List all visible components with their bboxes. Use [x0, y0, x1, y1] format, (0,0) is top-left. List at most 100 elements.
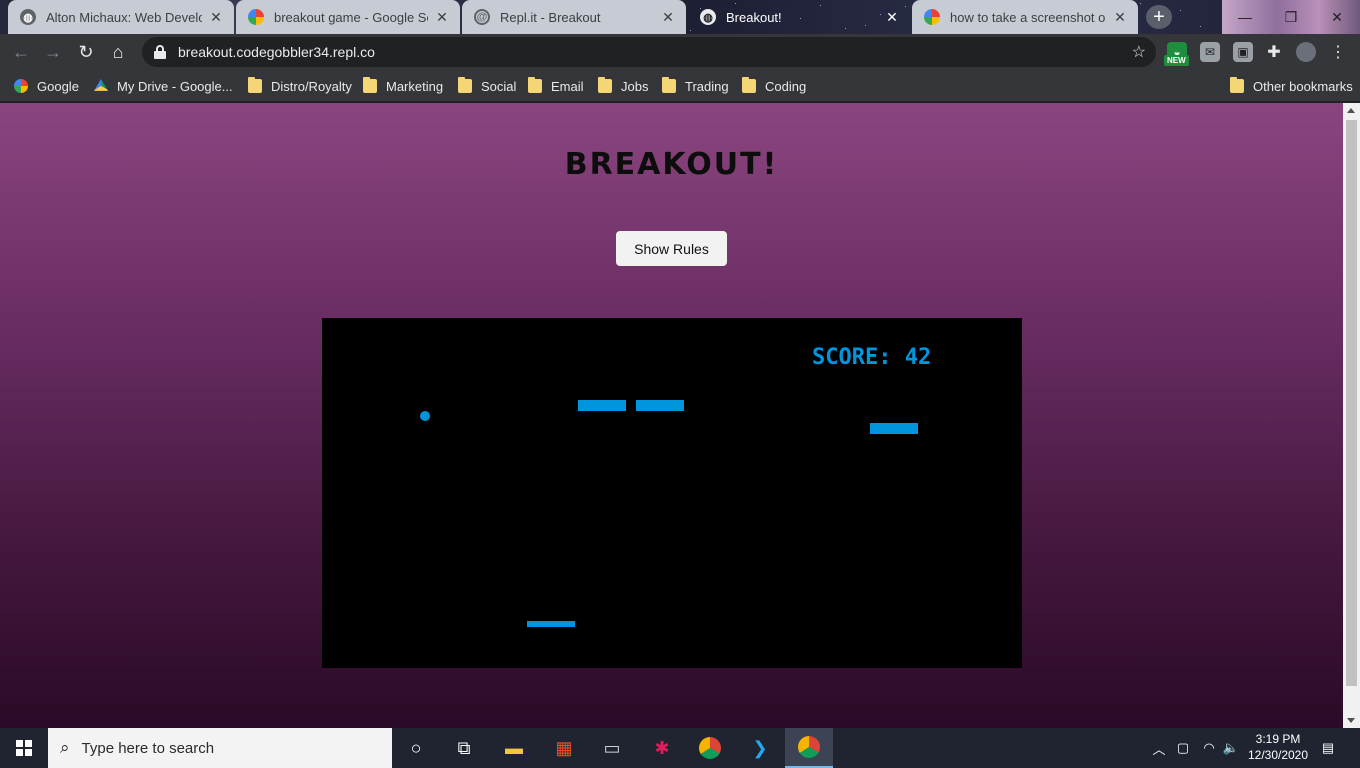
reload-icon[interactable]: ↻ — [71, 37, 101, 67]
bookmark-label: Coding — [765, 78, 807, 94]
browser-toolbar: ← → ↻ ⌂ breakout.codegobbler34.repl.co ☆… — [0, 34, 1360, 70]
bookmark-label: My Drive - Google... — [117, 78, 233, 94]
scroll-down-arrow-icon[interactable] — [1347, 718, 1355, 723]
close-window-button[interactable]: ✕ — [1314, 0, 1360, 34]
tab-breakout-active[interactable]: ◍ Breakout! ✕ — [688, 0, 910, 34]
bookmark-label: Google — [37, 78, 79, 94]
taskbar-clock[interactable]: 3:19 PM 12/30/2020 — [1236, 731, 1320, 763]
tab-breakout-game-search[interactable]: breakout game - Google Sear ✕ — [236, 0, 460, 34]
bookmark-social[interactable]: Social — [458, 76, 516, 96]
tab-title: breakout game - Google Sear — [274, 9, 428, 25]
bookmark-coding[interactable]: Coding — [742, 76, 806, 96]
page-title: Breakout! — [564, 147, 779, 182]
screenshot-extension-icon[interactable]: ▣ — [1233, 42, 1253, 62]
microsoft-store-icon[interactable]: ▦ — [540, 728, 588, 768]
folder-icon — [742, 77, 756, 93]
menu-icon[interactable]: ⋮ — [1328, 42, 1348, 62]
chrome-active-window-icon[interactable] — [785, 728, 833, 768]
windows-logo-icon — [16, 740, 32, 756]
page-viewport: Breakout! Show Rules SCORE: 42 — [0, 103, 1343, 728]
profile-avatar[interactable] — [1296, 42, 1316, 62]
tab-title: Alton Michaux: Web Develope — [46, 9, 202, 25]
folder-icon — [598, 77, 612, 93]
globe-icon: ◍ — [20, 9, 36, 25]
address-bar[interactable]: breakout.codegobbler34.repl.co ☆ — [142, 37, 1156, 67]
cortana-icon[interactable]: ○ — [392, 728, 440, 768]
taskbar-search-box[interactable]: ⌕ Type here to search — [48, 728, 392, 768]
close-tab-icon[interactable]: ✕ — [208, 9, 224, 26]
bookmark-my-drive[interactable]: My Drive - Google... — [94, 76, 233, 96]
puzzle-extensions-icon[interactable]: ✚ — [1264, 42, 1284, 62]
bookmark-star-icon[interactable]: ☆ — [1132, 42, 1146, 62]
tab-strip: ◍ Alton Michaux: Web Develope ✕ breakout… — [0, 0, 1360, 34]
bookmark-google[interactable]: Google — [14, 76, 79, 96]
folder-icon — [248, 77, 262, 93]
show-hidden-icons-icon[interactable]: ︿ — [1150, 728, 1168, 768]
bookmark-distro-royalty[interactable]: Distro/Royalty — [248, 76, 352, 96]
forward-arrow-icon[interactable]: → — [38, 37, 68, 67]
google-icon — [248, 9, 264, 25]
maximize-button[interactable]: ❐ — [1268, 0, 1314, 34]
home-icon[interactable]: ⌂ — [103, 37, 133, 67]
bookmark-other[interactable]: Other bookmarks — [1230, 76, 1353, 96]
terminal-icon[interactable]: ▭ — [588, 728, 636, 768]
back-arrow-icon[interactable]: ← — [6, 37, 36, 67]
close-tab-icon[interactable]: ✕ — [660, 9, 676, 26]
file-explorer-icon[interactable]: ▬ — [490, 728, 538, 768]
bookmark-label: Distro/Royalty — [271, 78, 352, 94]
tab-title: how to take a screenshot on — [950, 9, 1106, 25]
task-view-icon[interactable]: ⧉ — [440, 728, 488, 768]
scroll-up-arrow-icon[interactable] — [1347, 108, 1355, 113]
new-tab-button[interactable]: + — [1146, 5, 1172, 29]
notifications-icon[interactable]: ▤ — [1316, 728, 1340, 768]
tab-title: Breakout! — [726, 9, 782, 25]
folder-icon — [458, 77, 472, 93]
bookmark-marketing[interactable]: Marketing — [363, 76, 443, 96]
show-rules-button[interactable]: Show Rules — [616, 231, 727, 266]
wifi-icon[interactable]: ◠ — [1198, 728, 1220, 768]
bookmark-jobs[interactable]: Jobs — [598, 76, 648, 96]
scrollbar-thumb[interactable] — [1346, 120, 1357, 686]
score-text: SCORE: 42 — [812, 345, 931, 370]
game-canvas[interactable]: SCORE: 42 — [322, 318, 1022, 668]
start-button[interactable] — [0, 728, 48, 768]
drive-icon — [94, 79, 108, 91]
ball — [420, 411, 430, 421]
google-icon — [924, 9, 940, 25]
bookmark-label: Trading — [685, 78, 729, 94]
close-tab-icon[interactable]: ✕ — [1112, 9, 1128, 26]
clock-date: 12/30/2020 — [1247, 748, 1309, 762]
bookmark-trading[interactable]: Trading — [662, 76, 729, 96]
bookmark-email[interactable]: Email — [528, 76, 584, 96]
tab-screenshot-search[interactable]: how to take a screenshot on ✕ — [912, 0, 1138, 34]
bookmark-label: Marketing — [386, 78, 444, 94]
slack-icon[interactable]: ✱ — [638, 728, 686, 768]
close-tab-icon[interactable]: ✕ — [434, 9, 450, 26]
tab-alton-michaux[interactable]: ◍ Alton Michaux: Web Develope ✕ — [8, 0, 234, 34]
folder-icon — [662, 77, 676, 93]
new-badge: NEW — [1164, 55, 1189, 66]
search-placeholder: Type here to search — [81, 739, 215, 757]
minimize-button[interactable]: — — [1222, 0, 1268, 34]
lock-icon — [154, 45, 166, 59]
chrome-icon[interactable] — [686, 728, 734, 768]
page-scrollbar[interactable] — [1343, 103, 1360, 728]
star-decoration — [1200, 26, 1201, 27]
close-tab-icon[interactable]: ✕ — [884, 9, 900, 26]
folder-icon — [363, 77, 377, 93]
star-decoration — [1140, 3, 1141, 4]
google-icon — [14, 79, 28, 93]
vscode-icon[interactable]: ❯ — [736, 728, 784, 768]
replit-icon: @ — [474, 9, 490, 25]
folder-icon — [528, 77, 542, 93]
tab-replit-breakout[interactable]: @ Repl.it - Breakout ✕ — [462, 0, 686, 34]
bookmark-label: Email — [551, 78, 584, 94]
bookmarks-bar: Google My Drive - Google... Distro/Royal… — [0, 70, 1360, 102]
mail-extension-icon[interactable]: ✉ — [1200, 42, 1220, 62]
bookmark-label: Jobs — [621, 78, 649, 94]
meet-now-icon[interactable]: ▢ — [1173, 728, 1193, 768]
tab-title: Repl.it - Breakout — [500, 9, 601, 25]
bookmark-label: Other bookmarks — [1253, 78, 1353, 94]
paddle[interactable] — [527, 621, 575, 627]
brick — [870, 423, 918, 434]
